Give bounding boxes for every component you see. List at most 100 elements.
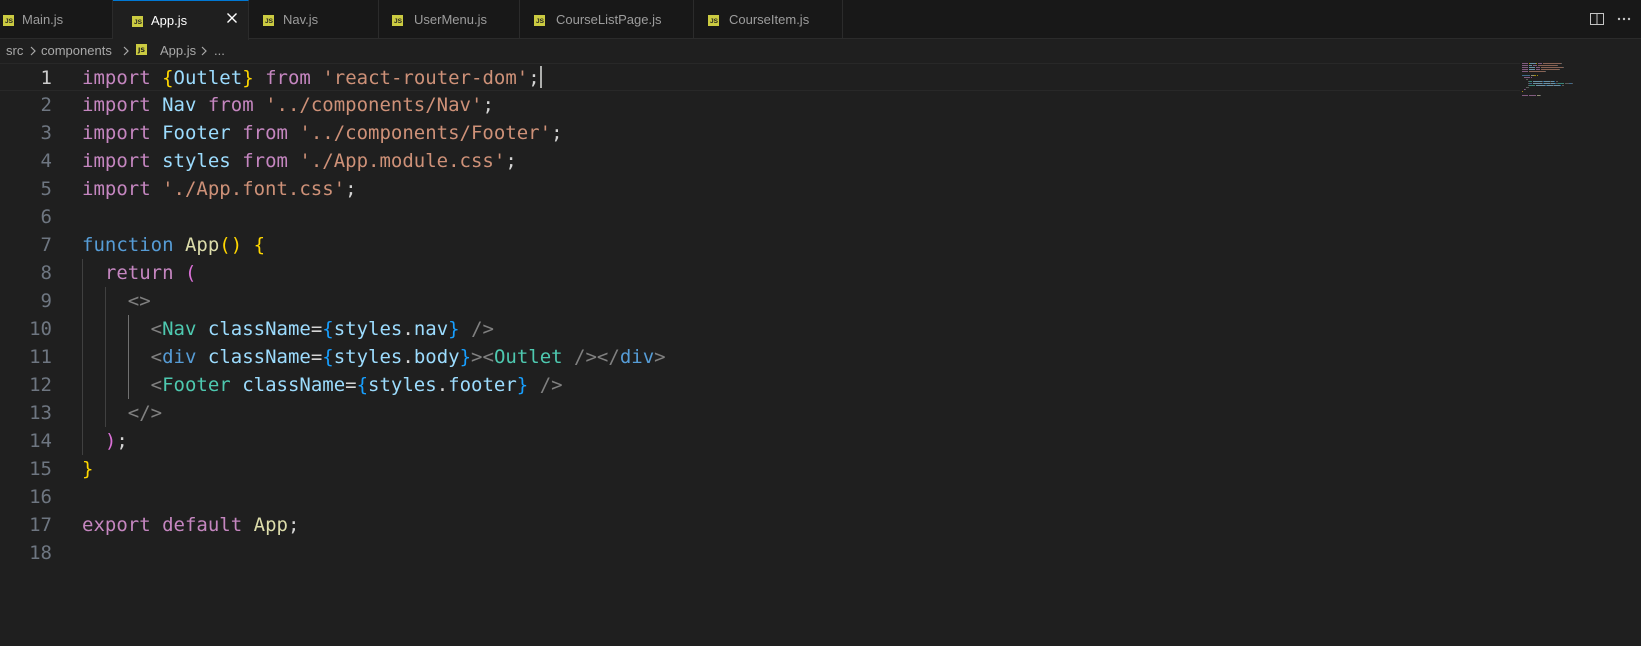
code-text: <div className={styles.body}><Outlet /><…	[82, 343, 666, 371]
js-file-icon: JS	[708, 15, 719, 26]
code-text: import Footer from '../components/Footer…	[82, 119, 563, 147]
code-token: ;	[528, 67, 540, 89]
indent-guide	[82, 259, 83, 455]
code-token: import	[82, 122, 151, 144]
line-number: 18	[29, 542, 52, 564]
code-text: <Footer className={styles.footer} />	[82, 371, 563, 399]
code-token: Footer	[162, 122, 231, 144]
breadcrumb-ellipsis[interactable]: ...	[214, 43, 225, 58]
minimap-stroke	[1526, 79, 1528, 80]
code-text: import {Outlet} from 'react-router-dom';	[82, 64, 542, 92]
breadcrumb-item-file[interactable]: App.js	[160, 43, 196, 58]
code-line[interactable]: 4 import styles from './App.module.css';	[0, 147, 1520, 175]
code-token: from	[242, 150, 288, 172]
js-file-icon: JS	[392, 15, 403, 26]
code-text: return (	[82, 259, 197, 287]
tab-courselistpage-js[interactable]: JS CourseListPage.js	[520, 0, 694, 39]
code-line[interactable]: 15}	[0, 455, 1520, 483]
minimap[interactable]	[1522, 63, 1594, 103]
minimap-stroke	[1529, 95, 1536, 96]
code-line[interactable]: 14 );	[0, 427, 1520, 455]
more-actions-icon[interactable]	[1616, 11, 1632, 27]
code-line[interactable]: 17 export default App;	[0, 511, 1520, 539]
minimap-stroke	[1536, 85, 1545, 86]
code-token: className	[242, 374, 346, 396]
code-token: body	[413, 346, 460, 368]
line-number: 14	[29, 430, 52, 452]
js-file-icon: JS	[263, 15, 274, 26]
code-token: <	[482, 346, 494, 368]
line-number: 5	[40, 178, 52, 200]
minimap-stroke	[1541, 69, 1559, 70]
code-line[interactable]: 18	[0, 539, 1520, 567]
code-line[interactable]: 3 import Footer from '../components/Foote…	[0, 119, 1520, 147]
code-token: App	[184, 234, 220, 256]
code-token: from	[242, 122, 288, 144]
code-line[interactable]: 5 import './App.font.css';	[0, 175, 1520, 203]
tab-nav-js[interactable]: JS Nav.js	[249, 0, 379, 39]
split-editor-icon[interactable]	[1589, 11, 1605, 27]
code-token: (	[184, 262, 197, 284]
code-token: ()	[219, 234, 243, 256]
code-line[interactable]: 10 <Nav className={styles.nav} />	[0, 315, 1520, 343]
js-file-icon: JS	[132, 16, 143, 27]
js-file-icon: JS	[136, 44, 147, 55]
js-file-icon: JS	[3, 15, 14, 26]
code-token: =	[310, 346, 323, 368]
code-line[interactable]: 1 import {Outlet} from 'react-router-dom'…	[0, 63, 1520, 91]
minimap-stroke	[1536, 69, 1540, 70]
code-text: </>	[82, 399, 162, 427]
minimap-stroke	[1563, 67, 1564, 68]
code-text: );	[82, 427, 128, 455]
minimap-stroke	[1536, 63, 1537, 64]
code-editor[interactable]: 1 import {Outlet} from 'react-router-dom'…	[0, 63, 1641, 646]
indent-guide	[105, 287, 106, 427]
chevron-right-icon	[201, 46, 207, 56]
minimap-stroke	[1562, 85, 1564, 86]
tab-usermenu-js[interactable]: JS UserMenu.js	[379, 0, 520, 39]
minimap-stroke	[1537, 75, 1538, 76]
tab-label: Main.js	[22, 12, 64, 27]
minimap-stroke	[1556, 81, 1558, 82]
minimap-stroke	[1533, 65, 1537, 66]
code-line[interactable]: 11 <div className={styles.body}><Outlet …	[0, 343, 1520, 371]
js-file-icon: JS	[534, 15, 545, 26]
breadcrumb-item-components[interactable]: components	[41, 43, 112, 58]
code-token: />	[539, 374, 563, 396]
breadcrumb-item-src[interactable]: src	[6, 43, 23, 58]
code-token: <>	[127, 290, 151, 312]
line-number: 16	[29, 486, 52, 508]
tab-app-js[interactable]: JS App.js	[113, 0, 249, 40]
code-token: Nav	[162, 318, 197, 340]
code-line[interactable]: 8 return (	[0, 259, 1520, 287]
minimap-stroke	[1538, 65, 1557, 66]
tab-label: CourseItem.js	[729, 12, 810, 27]
code-line[interactable]: 7 function App() {	[0, 231, 1520, 259]
code-line[interactable]: 9 <>	[0, 287, 1520, 315]
code-token: default	[162, 514, 243, 536]
close-icon[interactable]	[224, 10, 240, 26]
code-line[interactable]: 2 import Nav from '../components/Nav';	[0, 91, 1520, 119]
code-line[interactable]: 12 <Footer className={styles.footer} />	[0, 371, 1520, 399]
tab-label: UserMenu.js	[414, 12, 487, 27]
code-line[interactable]: 13 </>	[0, 399, 1520, 427]
minimap-stroke	[1533, 83, 1542, 84]
tab-main-js[interactable]: JS Main.js	[0, 0, 113, 39]
code-token: nav	[413, 318, 449, 340]
code-line[interactable]: 6	[0, 203, 1520, 231]
minimap-stroke	[1560, 85, 1561, 86]
code-token: {	[162, 67, 174, 89]
minimap-stroke	[1558, 83, 1564, 84]
tab-courseitem-js[interactable]: JS CourseItem.js	[694, 0, 843, 39]
code-line[interactable]: 16	[0, 483, 1520, 511]
